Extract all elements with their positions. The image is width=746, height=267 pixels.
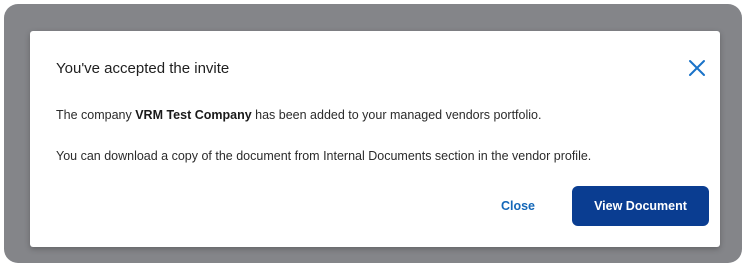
dialog-title: You've accepted the invite [56, 60, 230, 77]
message-suffix: has been added to your managed vendors p… [251, 108, 542, 122]
close-icon[interactable] [686, 57, 708, 79]
company-name: VRM Test Company [135, 108, 252, 122]
close-icon-glyph [689, 60, 705, 76]
download-note: You can download a copy of the document … [56, 149, 592, 163]
close-button[interactable]: Close [488, 188, 548, 224]
invite-accepted-dialog: You've accepted the invite The company V… [30, 31, 720, 247]
vendor-added-message: The company VRM Test Company has been ad… [56, 108, 541, 122]
message-prefix: The company [56, 108, 136, 122]
view-document-button[interactable]: View Document [572, 186, 709, 226]
